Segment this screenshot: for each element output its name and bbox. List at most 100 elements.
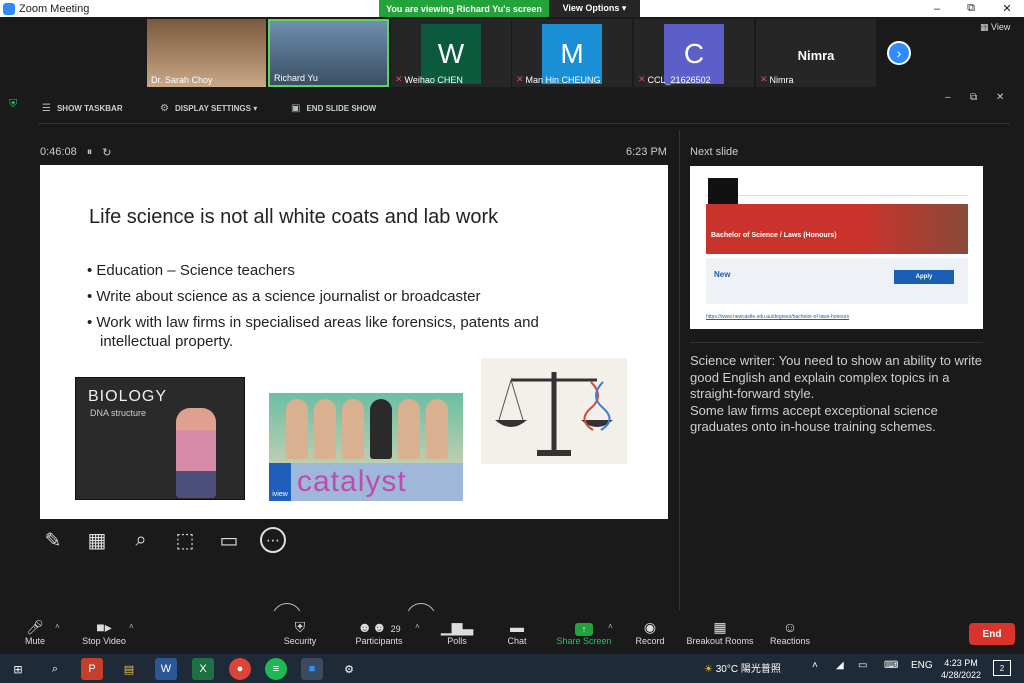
scales-dna-image — [481, 358, 627, 464]
taskbar-clock[interactable]: 4:23 PM 4/28/2022 — [936, 657, 986, 681]
chat-button[interactable]: ▬ Chat — [482, 618, 552, 646]
next-slide-icon[interactable] — [406, 603, 436, 611]
search-icon[interactable]: ⌕ — [44, 658, 66, 680]
zoom-in-icon[interactable]: ⌕ — [128, 527, 154, 553]
participant-tile[interactable]: Dr. Sarah Choy — [147, 19, 266, 87]
apply-button-preview: Apply — [894, 270, 954, 284]
note-paragraph: Some law firms accept exceptional scienc… — [690, 402, 938, 435]
website-hero: Bachelor of Science / Laws (Honours) — [706, 204, 968, 254]
battery-icon[interactable]: ▭ — [858, 660, 867, 671]
minimize-button[interactable]: – — [920, 0, 954, 17]
reactions-smiley-icon: ☺ — [782, 619, 798, 635]
show-taskbar-button[interactable]: ☰ SHOW TASKBAR — [42, 103, 123, 114]
presenter-clock: 6:23 PM — [626, 146, 667, 158]
word-icon[interactable]: W — [155, 658, 177, 680]
pen-icon[interactable]: ✎ — [40, 527, 66, 553]
website-header — [706, 176, 968, 196]
chat-bubble-icon: ▬ — [510, 619, 524, 635]
restore-button[interactable]: ⧉ — [954, 0, 988, 17]
slide-bullet: Write about science as a science journal… — [87, 287, 607, 306]
show-hidden-icons-icon[interactable]: ˄ — [812, 660, 818, 671]
zoom-taskbar-icon[interactable]: ■ — [301, 658, 323, 680]
notification-center-icon[interactable]: 2 — [993, 660, 1011, 676]
view-button[interactable]: ▦ View — [980, 22, 1010, 33]
participant-tile[interactable]: W ✕ Weihao CHEN — [391, 19, 511, 87]
taskbar-date: 4/28/2022 — [940, 670, 982, 680]
gallery-next-arrow-icon[interactable]: › — [887, 41, 911, 65]
participant-avatar: Nimra — [797, 47, 835, 63]
input-language[interactable]: ENG — [911, 660, 933, 671]
participant-name: Richard Yu — [274, 73, 318, 83]
display-settings-button[interactable]: ⚙ DISPLAY SETTINGS ▾ — [160, 103, 257, 114]
mic-muted-icon: ✕ — [760, 74, 768, 84]
security-label: Security — [283, 636, 317, 646]
end-show-icon: ▣ — [291, 103, 301, 114]
audio-options-caret-icon[interactable]: ˄ — [55, 622, 60, 631]
breakout-rooms-icon: ▦ — [713, 619, 727, 635]
share-options-caret-icon[interactable]: ˄ — [608, 622, 613, 631]
file-explorer-icon[interactable]: ▤ — [118, 658, 140, 680]
mic-muted-icon: ✕ — [638, 74, 646, 84]
participant-tile[interactable]: C ✕ CCL_21626502 — [634, 19, 754, 87]
biology-image-subtitle: DNA structure — [90, 408, 147, 418]
windows-taskbar: ⊞ ⌕ P ▤ W X ● ≡ ■ ⚙ ☀ 30°C 陽光普照 ˄ ◢ ▭ ⌨ … — [0, 654, 1024, 683]
note-paragraph: Science writer: You need to show an abil… — [690, 353, 982, 401]
security-button[interactable]: ⛨ Security — [265, 618, 335, 646]
excel-icon[interactable]: X — [192, 658, 214, 680]
close-button[interactable]: ✕ — [990, 0, 1024, 17]
spotify-icon[interactable]: ≡ — [265, 658, 287, 680]
participant-tile[interactable]: Nimra ✕ Nimra — [756, 19, 876, 87]
taskbar-time: 4:23 PM — [944, 658, 978, 668]
degree-link: https://www.newcastle.edu.au/degrees/bac… — [706, 314, 850, 320]
breakout-rooms-button[interactable]: ▦ Breakout Rooms — [681, 618, 759, 646]
record-button[interactable]: ◉ Record — [615, 618, 685, 646]
selection-rank-value: New — [714, 270, 731, 279]
see-all-slides-icon[interactable]: ▦ — [84, 527, 110, 553]
network-icon[interactable]: ◢ — [836, 660, 844, 671]
teacher-figure — [176, 408, 216, 498]
next-slide-label: Next slide — [690, 146, 739, 158]
participant-gallery: Dr. Sarah Choy Richard Yu W ✕ Weihao CHEN… — [0, 17, 1024, 88]
previous-slide-icon[interactable] — [272, 603, 302, 611]
scales-of-justice-icon — [495, 372, 613, 456]
shield-icon: ⛨ — [9, 98, 18, 110]
weather-widget[interactable]: ☀ 30°C 陽光普照 — [704, 660, 781, 675]
end-slide-show-button[interactable]: ▣ END SLIDE SHOW — [291, 103, 376, 114]
reactions-button[interactable]: ☺ Reactions — [755, 618, 825, 646]
video-options-caret-icon[interactable]: ˄ — [129, 622, 134, 631]
record-label: Record — [635, 636, 665, 646]
end-meeting-button[interactable]: End — [969, 623, 1015, 645]
black-screen-icon[interactable]: ⬚ — [172, 527, 198, 553]
reactions-label: Reactions — [769, 636, 811, 646]
presenter-restore-button[interactable]: ⧉ — [970, 92, 977, 103]
powerpoint-icon[interactable]: P — [81, 658, 103, 680]
view-options-button[interactable]: View Options ▾ — [549, 0, 640, 17]
participants-icon: ☻☻ 29 — [357, 619, 401, 635]
subtitles-icon[interactable]: ▭ — [216, 527, 242, 553]
presenter-minimize-button[interactable]: – — [945, 92, 951, 103]
share-screen-icon: ↑ — [575, 623, 593, 636]
restart-timer-icon[interactable]: ↻ — [102, 146, 111, 159]
pause-icon[interactable]: ⏸ — [87, 146, 93, 159]
notes-divider — [690, 342, 983, 343]
keyboard-icon[interactable]: ⌨ — [884, 660, 898, 671]
windows-start-icon[interactable]: ⊞ — [7, 658, 29, 680]
breakout-rooms-label: Breakout Rooms — [686, 636, 754, 646]
chat-label: Chat — [507, 636, 527, 646]
participant-tile[interactable]: M ✕ Man Hin CHEUNG — [512, 19, 632, 87]
toolbar-divider — [38, 123, 1010, 124]
more-options-icon[interactable]: ⋯ — [260, 527, 286, 553]
participants-button[interactable]: ☻☻ 29 Participants — [344, 618, 414, 646]
presenter-close-button[interactable]: ✕ — [996, 92, 1004, 103]
participant-tile-active-speaker[interactable]: Richard Yu — [268, 19, 389, 87]
settings-gear-icon[interactable]: ⚙ — [338, 658, 360, 680]
next-slide-thumbnail[interactable]: Bachelor of Science / Laws (Honours) New… — [690, 166, 983, 329]
presenter-tools: ✎ ▦ ⌕ ⬚ ▭ ⋯ — [40, 527, 286, 553]
participant-name: Dr. Sarah Choy — [151, 75, 213, 85]
chrome-icon[interactable]: ● — [229, 658, 251, 680]
pane-divider — [679, 130, 680, 610]
weather-text: 30°C 陽光普照 — [715, 664, 781, 675]
participants-options-caret-icon[interactable]: ˄ — [415, 622, 420, 631]
biology-teacher-image: BIOLOGY DNA structure — [75, 377, 245, 500]
catalyst-logo: iview catalyst — [269, 463, 463, 501]
